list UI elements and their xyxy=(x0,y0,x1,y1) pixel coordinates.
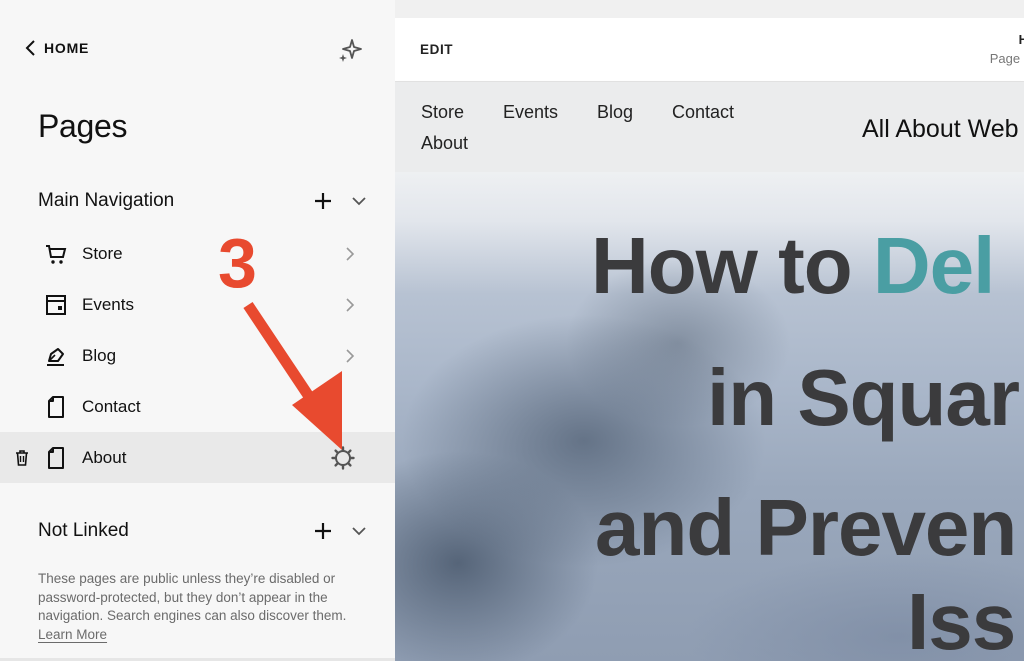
step-number-annotation: 3 xyxy=(218,224,257,302)
collapse-chevron-icon[interactable] xyxy=(350,192,368,210)
headline-text: How to xyxy=(591,221,873,310)
sidebar-item-blog[interactable]: Blog xyxy=(0,330,395,381)
learn-more-link[interactable]: Learn More xyxy=(38,627,107,642)
headline-line-2: in Squar xyxy=(707,353,1020,442)
add-page-button[interactable] xyxy=(312,520,334,542)
home-back-button[interactable]: HOME xyxy=(24,38,89,58)
headline-line-3: and Preven xyxy=(595,483,1017,572)
edit-bar: EDIT H Page · xyxy=(395,18,1024,82)
headline-line-4: Iss xyxy=(907,577,1016,661)
site-brand[interactable]: All About Web xyxy=(862,115,1019,144)
site-nav-about[interactable]: About xyxy=(421,133,468,154)
hero-banner: How to Del in Squar and Preven Iss xyxy=(395,172,1024,661)
edit-button[interactable]: EDIT xyxy=(420,42,453,57)
site-nav-contact[interactable]: Contact xyxy=(672,102,734,123)
sidebar-item-about[interactable]: About xyxy=(0,432,395,483)
sidebar-item-contact[interactable]: Contact xyxy=(0,381,395,432)
pen-icon xyxy=(47,347,64,366)
item-label: About xyxy=(82,447,127,467)
page-icon xyxy=(48,446,64,469)
chevron-right-icon[interactable] xyxy=(343,347,357,365)
sidebar-item-store[interactable]: Store xyxy=(0,228,395,279)
chevron-right-icon[interactable] xyxy=(343,296,357,314)
trash-icon[interactable] xyxy=(14,449,30,467)
site-nav-store[interactable]: Store xyxy=(421,102,464,123)
site-nav-blog[interactable]: Blog xyxy=(597,102,633,123)
item-label: Blog xyxy=(82,345,117,365)
description-text: These pages are public unless they’re di… xyxy=(38,571,347,623)
page-title: Pages xyxy=(38,108,128,144)
item-label: Events xyxy=(82,294,134,314)
site-header: Store Events Blog Contact About All Abou… xyxy=(395,82,1024,172)
not-linked-description: These pages are public unless they’re di… xyxy=(38,570,368,644)
headline-accent-text: Del xyxy=(872,221,995,310)
sidebar-item-events[interactable]: Events xyxy=(0,279,395,330)
page-icon xyxy=(48,395,64,418)
gear-icon[interactable] xyxy=(330,445,356,471)
site-nav-events[interactable]: Events xyxy=(503,102,558,123)
section-title: Not Linked xyxy=(38,520,129,541)
add-page-button[interactable] xyxy=(312,190,334,212)
headline-line-1: How to Del xyxy=(591,226,995,306)
cart-icon xyxy=(46,244,67,264)
site-preview: EDIT H Page · Store Events Blog Contact … xyxy=(395,18,1024,661)
chevron-right-icon[interactable] xyxy=(343,245,357,263)
chevron-left-icon xyxy=(25,40,35,56)
home-label: HOME xyxy=(44,40,90,56)
main-navigation-header: Main Navigation xyxy=(38,190,368,212)
calendar-icon xyxy=(46,294,66,315)
sparkle-icon[interactable] xyxy=(336,36,364,64)
item-label: Contact xyxy=(82,396,141,416)
pages-sidebar: HOME Pages Main Navigation Store Events xyxy=(0,0,395,661)
page-name: H xyxy=(1018,32,1024,47)
page-type: Page · xyxy=(989,51,1024,66)
section-title: Main Navigation xyxy=(38,190,175,211)
item-label: Store xyxy=(82,243,123,263)
not-linked-header: Not Linked xyxy=(38,520,368,542)
collapse-chevron-icon[interactable] xyxy=(350,522,368,540)
